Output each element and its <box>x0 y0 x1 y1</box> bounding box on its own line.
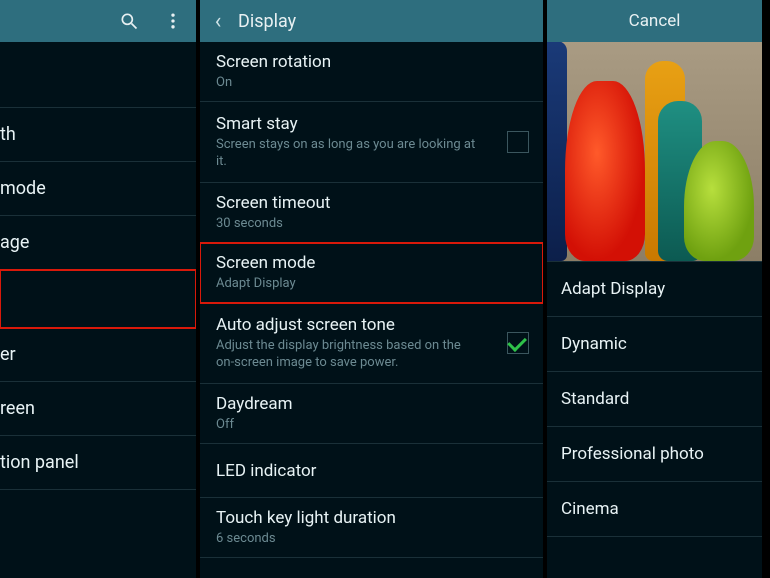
sidebar-item[interactable]: reen <box>0 382 196 436</box>
row-title: Daydream <box>216 394 293 414</box>
vase-blue <box>547 42 567 261</box>
sidebar-item-label: er <box>0 344 16 365</box>
row-sub: 6 seconds <box>216 531 396 547</box>
row-title: Smart stay <box>216 114 476 134</box>
sidebar-item-label: tion panel <box>0 452 79 473</box>
cancel-header: Cancel <box>547 0 762 42</box>
display-list: Screen rotation On Smart stay Screen sta… <box>200 42 543 578</box>
sidebar-item[interactable]: age <box>0 216 196 270</box>
sidebar-item-label: mode <box>0 178 46 199</box>
row-title: LED indicator <box>216 461 316 481</box>
row-screen-rotation[interactable]: Screen rotation On <box>200 42 543 102</box>
sidebar-item[interactable]: tion panel <box>0 436 196 490</box>
back-button[interactable]: ‹ <box>204 4 238 38</box>
row-screen-timeout[interactable]: Screen timeout 30 seconds <box>200 183 543 243</box>
search-icon[interactable] <box>112 4 146 38</box>
sidebar-item-label: age <box>0 232 29 253</box>
screen-mode-picker: Cancel Adapt Display Dynamic Standard Pr… <box>547 0 762 578</box>
row-auto-adjust-tone[interactable]: Auto adjust screen tone Adjust the displ… <box>200 303 543 384</box>
mode-adapt-display[interactable]: Adapt Display <box>547 262 762 317</box>
row-sub: Screen stays on as long as you are looki… <box>216 137 476 170</box>
display-settings: ‹ Display Screen rotation On Smart stay … <box>200 0 547 578</box>
row-title: Touch key light duration <box>216 508 396 528</box>
auto-tone-checkbox[interactable] <box>507 332 529 354</box>
sidebar-item[interactable]: th <box>0 108 196 162</box>
preview-image <box>547 42 762 262</box>
row-led-indicator[interactable]: LED indicator <box>200 444 543 498</box>
row-screen-mode[interactable]: Screen mode Adapt Display <box>200 243 543 303</box>
sidebar-item[interactable]: er <box>0 328 196 382</box>
row-title: Screen rotation <box>216 52 331 72</box>
row-title: Auto adjust screen tone <box>216 315 476 335</box>
mode-standard[interactable]: Standard <box>547 372 762 427</box>
row-title: Screen mode <box>216 253 315 273</box>
mode-list: Adapt Display Dynamic Standard Professio… <box>547 262 762 578</box>
row-sub: On <box>216 75 331 91</box>
settings-sidebar: th mode age er reen tion panel <box>0 0 200 578</box>
sidebar-item-label: reen <box>0 398 35 419</box>
mode-cinema[interactable]: Cinema <box>547 482 762 537</box>
row-sub: Adapt Display <box>216 276 315 292</box>
sidebar-header <box>0 0 196 42</box>
sidebar-item-highlighted[interactable] <box>0 270 196 328</box>
vase-green <box>684 141 754 261</box>
sidebar-gap <box>0 42 196 108</box>
row-sub: 30 seconds <box>216 216 330 232</box>
sidebar-item[interactable]: mode <box>0 162 196 216</box>
mode-professional[interactable]: Professional photo <box>547 427 762 482</box>
row-daydream[interactable]: Daydream Off <box>200 384 543 444</box>
sidebar-list: th mode age er reen tion panel <box>0 42 196 578</box>
smart-stay-checkbox[interactable] <box>507 131 529 153</box>
sidebar-item-label: th <box>0 124 16 145</box>
display-header: ‹ Display <box>200 0 543 42</box>
mode-dynamic[interactable]: Dynamic <box>547 317 762 372</box>
page-title: Display <box>238 11 296 32</box>
more-icon[interactable] <box>156 4 190 38</box>
vase-red <box>565 81 645 261</box>
row-sub: Adjust the display brightness based on t… <box>216 338 476 371</box>
row-sub: Off <box>216 417 293 433</box>
row-title: Screen timeout <box>216 193 330 213</box>
row-touch-key-light[interactable]: Touch key light duration 6 seconds <box>200 498 543 558</box>
chevron-left-icon: ‹ <box>215 9 222 34</box>
cancel-button[interactable]: Cancel <box>629 11 681 31</box>
row-smart-stay[interactable]: Smart stay Screen stays on as long as yo… <box>200 102 543 183</box>
